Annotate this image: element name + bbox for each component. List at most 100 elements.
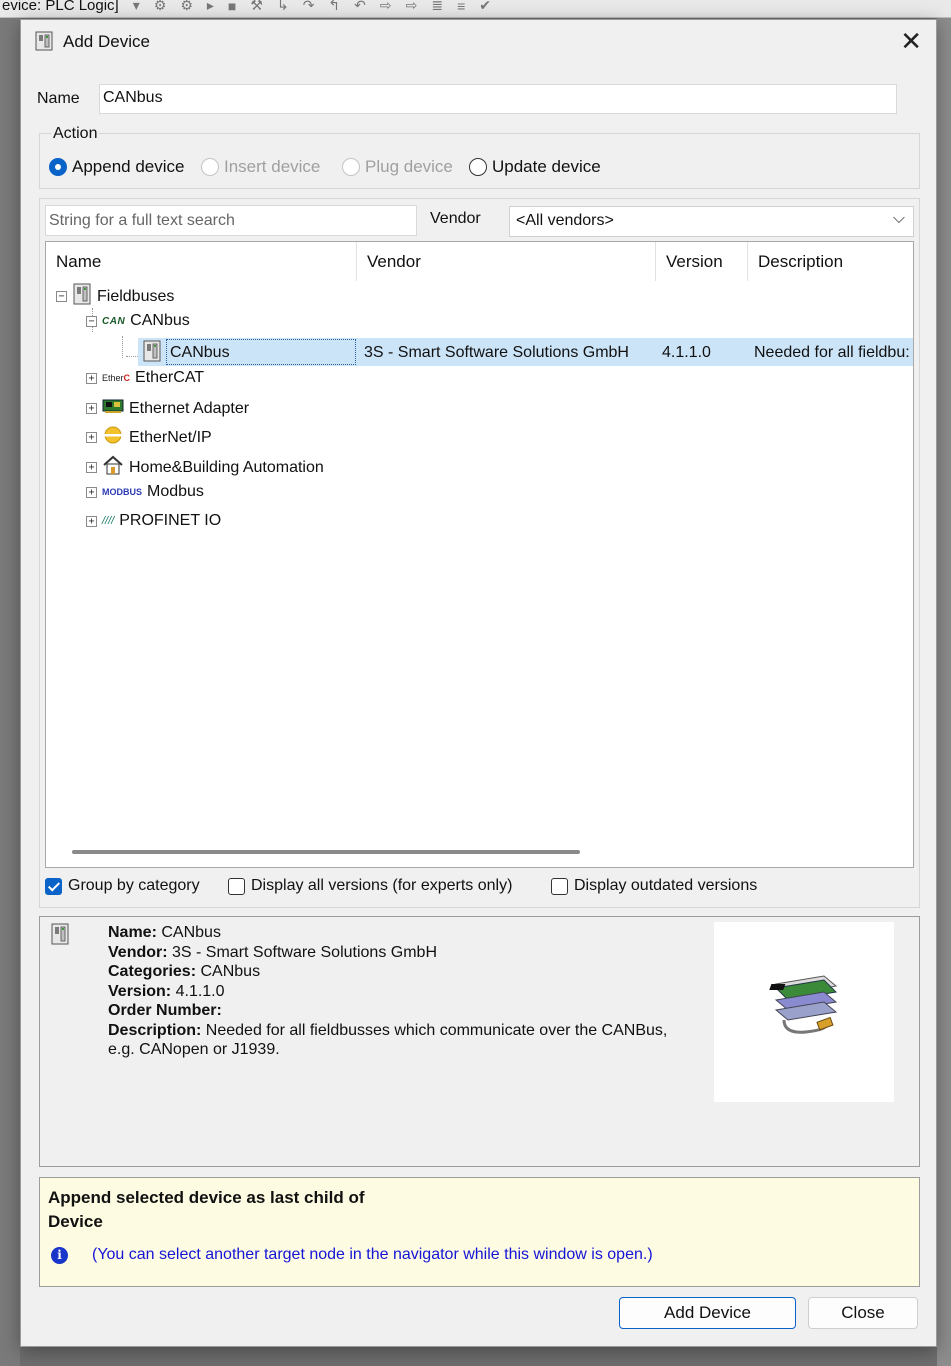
details-categories-label: Categories: [108,963,197,980]
expand-icon[interactable]: + [86,403,97,414]
dialog-titlebar[interactable]: Add Device ✕ [21,20,936,66]
step-over-icon[interactable]: ↷ [303,0,315,14]
tree-label: Ethernet Adapter [129,399,250,417]
tree-row-home-building[interactable]: + Home&Building Automation [46,453,913,481]
column-header-description[interactable]: Description [748,242,913,281]
device-icon [50,923,70,950]
vendor-select-value: <All vendors> [516,212,614,229]
display-all-versions-label: Display all versions (for experts only) [251,877,513,894]
details-description-line1: Needed for all fieldbusses which communi… [205,1021,668,1039]
network-card-icon [102,398,124,419]
horizontal-scrollbar[interactable] [72,850,580,854]
profinet-icon: //// [102,515,115,527]
go-to-icon[interactable]: ⇨ [380,0,392,14]
add-device-button[interactable]: Add Device [619,1297,796,1329]
tree-row-ethernet-ip[interactable]: + EtherNet/IP [46,424,913,452]
stop-icon[interactable]: ■ [228,0,236,14]
radio-indicator [342,158,360,176]
device-tree[interactable]: Name Vendor Version Description − Fieldb… [45,241,914,868]
expand-icon[interactable]: + [86,515,97,527]
group-by-category-checkbox[interactable]: Group by category [45,877,200,895]
details-vendor: 3S - Smart Software Solutions GmbH [172,943,437,961]
details-categories: CANbus [200,963,261,980]
column-header-version[interactable]: Version [656,242,748,281]
add-device-dialog: Add Device ✕ Name CANbus Action Append d… [20,19,937,1347]
checkbox-indicator [551,877,568,895]
tree-row-canbus-device[interactable]: CANbus 3S - Smart Software Solutions Gmb… [138,338,913,366]
insert-device-radio[interactable]: Insert device [201,157,320,177]
details-name-label: Name: [108,924,157,941]
tree-label: Modbus [147,483,204,500]
tree-label: Fieldbuses [97,287,175,305]
background-app-title: evice: PLC Logic] [2,0,119,14]
expand-icon[interactable]: + [86,432,97,443]
step-out-icon[interactable]: ↰ [328,0,340,14]
build-hammer-icon[interactable]: ⚒ [250,0,263,14]
fieldbus-folder-icon [72,283,92,310]
update-device-radio[interactable]: Update device [469,157,601,177]
tree-row-modbus[interactable]: + MODBUS Modbus [46,481,913,509]
info-message-line1: Append selected device as last child of [48,1188,365,1207]
name-field[interactable]: CANbus [99,84,897,114]
insert-device-label: Insert device [224,157,321,176]
device-name-cell: CANbus [166,339,356,365]
tree-connector [122,336,123,358]
can-logo-icon: CAN [102,315,126,327]
step-back-icon[interactable]: ↶ [354,0,366,14]
ethernet-ip-icon [102,426,124,449]
device-version-cell: 4.1.1.0 [662,344,711,361]
vendor-select[interactable]: <All vendors> ⌵ [509,206,914,237]
house-icon [102,455,124,480]
details-text: Name: CANbus Vendor: 3S - Smart Software… [108,923,667,1060]
group-by-category-label: Group by category [68,877,200,894]
append-device-radio[interactable]: Append device [49,157,184,177]
expand-icon[interactable]: + [86,372,97,384]
collapse-icon[interactable]: − [56,291,67,302]
plug-device-radio[interactable]: Plug device [342,157,453,177]
play-icon[interactable]: ▸ [207,0,214,14]
display-all-versions-checkbox[interactable]: Display all versions (for experts only) [228,877,512,895]
chevron-down-icon: ⌵ [892,210,905,227]
column-header-vendor[interactable]: Vendor [357,242,656,281]
close-button[interactable]: Close [808,1297,918,1329]
tree-row-ethernet-adapter[interactable]: + Ethernet Adapter [46,396,913,424]
details-name: CANbus [161,924,221,941]
info-message-line2: Device [48,1212,103,1231]
device-description-cell: Needed for all fieldbu: [754,344,910,361]
radio-indicator [469,158,487,176]
display-outdated-checkbox[interactable]: Display outdated versions [551,877,757,895]
expand-icon[interactable]: + [86,462,97,473]
tree-label: CANbus [130,312,190,329]
tree-row-canbus-category[interactable]: − CAN CANbus [46,310,913,338]
gear-run-icon[interactable]: ⚙ [154,0,167,14]
column-header-name[interactable]: Name [46,242,357,281]
radio-indicator [201,158,219,176]
collapse-icon[interactable]: − [86,315,97,327]
tree-row-fieldbuses[interactable]: − Fieldbuses [46,281,913,309]
device-details-panel: Name: CANbus Vendor: 3S - Smart Software… [39,916,920,1167]
info-hint: (You can select another target node in t… [92,1246,653,1263]
gear-icon[interactable]: ⚙ [180,0,193,14]
append-device-label: Append device [72,157,185,176]
tree-row-profinet[interactable]: + //// PROFINET IO [46,510,913,538]
tree-row-ethercat[interactable]: + EtherC EtherCAT [46,367,913,395]
expand-icon[interactable]: + [86,486,97,498]
info-message: Append selected device as last child of … [48,1186,365,1234]
checkbox-indicator [228,877,245,895]
search-input[interactable] [45,205,417,236]
canbus-card-icon [769,975,838,1034]
filter-icon[interactable]: ≡ [457,0,465,14]
check-icon[interactable]: ✔ [479,0,491,14]
device-image [714,922,894,1102]
close-icon[interactable]: ✕ [900,28,922,54]
dropdown-arrow-icon[interactable]: ▾ [133,0,140,14]
modbus-icon: MODBUS [102,487,142,497]
info-icon: i [51,1247,68,1264]
device-vendor-cell: 3S - Smart Software Solutions GmbH [364,344,629,361]
breakpoint-icon[interactable]: ⇨ [406,0,418,14]
watch-icon[interactable]: ≣ [431,0,443,14]
step-into-icon[interactable]: ↳ [277,0,289,14]
device-icon [35,31,53,56]
tree-label: Home&Building Automation [129,458,324,476]
background-toolbar: evice: PLC Logic] ▾ ⚙ ⚙ ▸ ■ ⚒ ↳ ↷ ↰ ↶ ⇨ … [0,0,951,18]
